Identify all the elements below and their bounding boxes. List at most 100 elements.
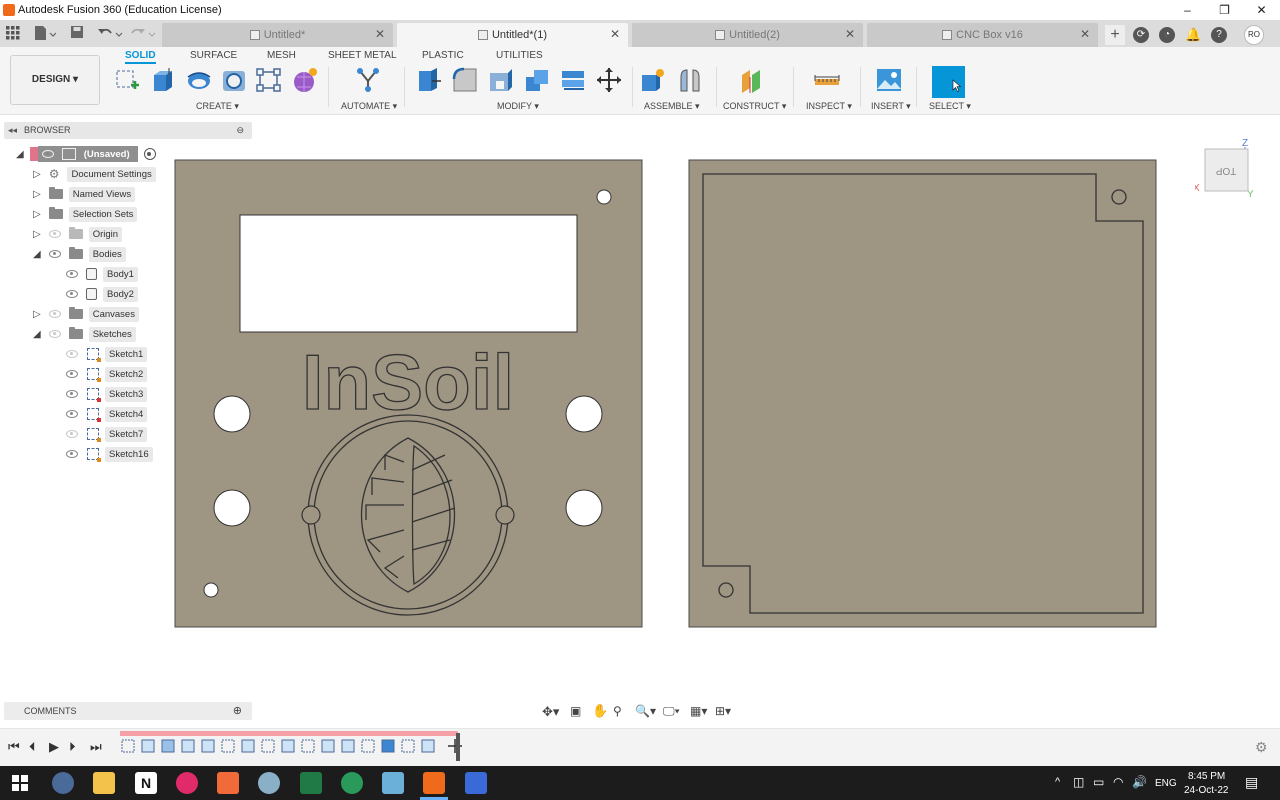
automate-group-label[interactable]: AUTOMATE ▾ — [341, 101, 397, 112]
tree-item-sketch1[interactable]: Sketch1 — [66, 346, 148, 362]
tab-mesh[interactable]: MESH — [267, 50, 296, 61]
step-forward-icon[interactable]: ⏵ — [69, 739, 76, 755]
step-back-icon[interactable]: ⏴ — [29, 739, 36, 755]
visibility-eye-icon[interactable] — [66, 350, 78, 358]
expand-triangle-icon[interactable]: ▷ — [33, 189, 41, 200]
offset-plane-icon[interactable] — [740, 67, 766, 93]
tab-utilities[interactable]: UTILITIES — [496, 50, 543, 61]
tree-item-sketch16[interactable]: Sketch16 — [66, 446, 153, 462]
press-pull-icon[interactable] — [416, 67, 442, 93]
create-sketch-icon[interactable] — [115, 67, 141, 93]
battery-icon[interactable]: ▭ — [1093, 775, 1104, 789]
revolve-icon[interactable] — [186, 67, 212, 93]
tree-item-sketch7[interactable]: Sketch7 — [66, 426, 148, 442]
windows-start-icon[interactable] — [12, 775, 28, 791]
pan-icon[interactable]: ✋ — [592, 703, 608, 719]
tab-untitled-2[interactable]: Untitled(2) ✕ — [632, 23, 863, 47]
visibility-eye-icon[interactable] — [48, 330, 61, 338]
new-component-icon[interactable] — [640, 67, 666, 93]
construct-group-label[interactable]: CONSTRUCT ▾ — [723, 101, 786, 112]
tray-chevron-icon[interactable]: ^ — [1055, 776, 1060, 788]
tree-item-body1[interactable]: Body1 — [66, 266, 138, 282]
visibility-eye-icon[interactable] — [41, 150, 54, 158]
close-window-button[interactable]: ✕ — [1243, 0, 1280, 20]
pattern-icon[interactable] — [256, 67, 282, 93]
chamfer-icon[interactable] — [488, 67, 514, 93]
close-tab-icon[interactable]: ✕ — [610, 27, 620, 41]
tab-untitled[interactable]: Untitled* ✕ — [162, 23, 393, 47]
notion-icon[interactable]: N — [135, 772, 157, 794]
user-avatar[interactable]: RO — [1244, 25, 1264, 45]
joint-icon[interactable] — [677, 67, 703, 93]
tree-item-body2[interactable]: Body2 — [66, 286, 138, 302]
shell-icon[interactable] — [560, 67, 586, 93]
clock-date[interactable]: 24-Oct-22 — [1184, 785, 1228, 796]
tree-item-document-settings[interactable]: ▷ ⚙ Document Settings — [33, 166, 156, 182]
extensions-icon[interactable]: ⟳ — [1133, 27, 1149, 43]
move-icon[interactable] — [596, 67, 622, 93]
redo-icon[interactable] — [130, 25, 156, 44]
tab-solid[interactable]: SOLID — [125, 50, 156, 64]
file-menu-icon[interactable] — [34, 25, 57, 44]
close-tab-icon[interactable]: ✕ — [375, 27, 385, 41]
notifications-icon[interactable]: 🔔 — [1185, 27, 1201, 43]
tree-item-selection-sets[interactable]: ▷ Selection Sets — [33, 206, 138, 222]
activate-radio-icon[interactable] — [143, 148, 156, 160]
clock-time[interactable]: 8:45 PM — [1188, 771, 1225, 782]
visibility-eye-icon[interactable] — [66, 430, 78, 438]
view-cube[interactable]: Z X Y TOP — [1193, 137, 1255, 200]
modify-group-label[interactable]: MODIFY ▾ — [497, 101, 539, 112]
fusion-taskbar-icon[interactable] — [423, 772, 445, 794]
undo-icon[interactable] — [97, 25, 123, 44]
visibility-eye-icon[interactable] — [48, 250, 61, 258]
visibility-eye-icon[interactable] — [48, 230, 61, 238]
tree-item-sketch3[interactable]: Sketch3 — [66, 386, 148, 402]
zoom-icon[interactable]: ⚲ — [613, 704, 622, 718]
back-panel-body[interactable] — [688, 159, 1157, 628]
viewports-icon[interactable]: ⊞▾ — [715, 704, 731, 718]
measure-icon[interactable] — [814, 67, 840, 93]
display-settings-icon[interactable]: 🖵▾ — [663, 704, 680, 719]
tree-root[interactable]: ◢ (Unsaved) — [16, 146, 156, 162]
timeline-settings-gear-icon[interactable]: ⚙ — [1255, 739, 1268, 756]
play-icon[interactable]: ▶ — [49, 739, 59, 755]
tree-item-sketch4[interactable]: Sketch4 — [66, 406, 148, 422]
browser-options-icon[interactable]: ⊖ — [236, 122, 244, 139]
look-at-icon[interactable]: ▣ — [570, 704, 581, 718]
maximize-button[interactable]: ❐ — [1206, 0, 1243, 20]
collapse-triangle-icon[interactable]: ◢ — [33, 329, 41, 340]
create-group-label[interactable]: CREATE ▾ — [196, 101, 239, 112]
visibility-eye-icon[interactable] — [66, 390, 78, 398]
automate-icon[interactable] — [355, 67, 381, 93]
help-icon[interactable]: ? — [1211, 27, 1227, 43]
expand-triangle-icon[interactable]: ▷ — [33, 229, 41, 240]
insert-group-label[interactable]: INSERT ▾ — [871, 101, 911, 112]
brave-browser-icon[interactable] — [217, 772, 239, 794]
tree-item-named-views[interactable]: ▷ Named Views — [33, 186, 136, 202]
tab-sheet-metal[interactable]: SHEET METAL — [328, 50, 397, 61]
language-indicator[interactable]: ENG — [1155, 778, 1177, 789]
tree-item-sketches[interactable]: ◢ Sketches — [33, 326, 136, 342]
extrude-icon[interactable] — [150, 67, 176, 93]
comments-panel[interactable]: COMMENTS ⊕ — [4, 702, 252, 720]
collapse-triangle-icon[interactable]: ◢ — [33, 249, 41, 260]
front-panel-body[interactable]: InSoil — [174, 159, 643, 628]
excel-icon[interactable] — [300, 772, 322, 794]
save-icon[interactable] — [70, 25, 84, 42]
go-to-start-icon[interactable]: ⏮ — [8, 739, 20, 755]
file-explorer-icon[interactable] — [93, 772, 115, 794]
tree-item-sketch2[interactable]: Sketch2 — [66, 366, 148, 382]
inspect-group-label[interactable]: INSPECT ▾ — [806, 101, 852, 112]
select-tool-button[interactable] — [932, 66, 965, 98]
model-canvas[interactable]: InSoil — [160, 140, 1280, 700]
visibility-eye-icon[interactable] — [66, 370, 78, 378]
close-tab-icon[interactable]: ✕ — [1080, 27, 1090, 41]
new-tab-button[interactable]: + — [1105, 25, 1125, 45]
workspace-switcher[interactable]: DESIGN ▾ — [10, 55, 100, 105]
wifi-icon[interactable]: ◠ — [1113, 775, 1123, 789]
expand-triangle-icon[interactable]: ▷ — [33, 169, 41, 180]
grid-menu-icon[interactable] — [6, 26, 20, 43]
visibility-eye-icon[interactable] — [66, 450, 78, 458]
visibility-eye-icon[interactable] — [66, 270, 78, 278]
tree-item-origin[interactable]: ▷ Origin — [33, 226, 123, 242]
